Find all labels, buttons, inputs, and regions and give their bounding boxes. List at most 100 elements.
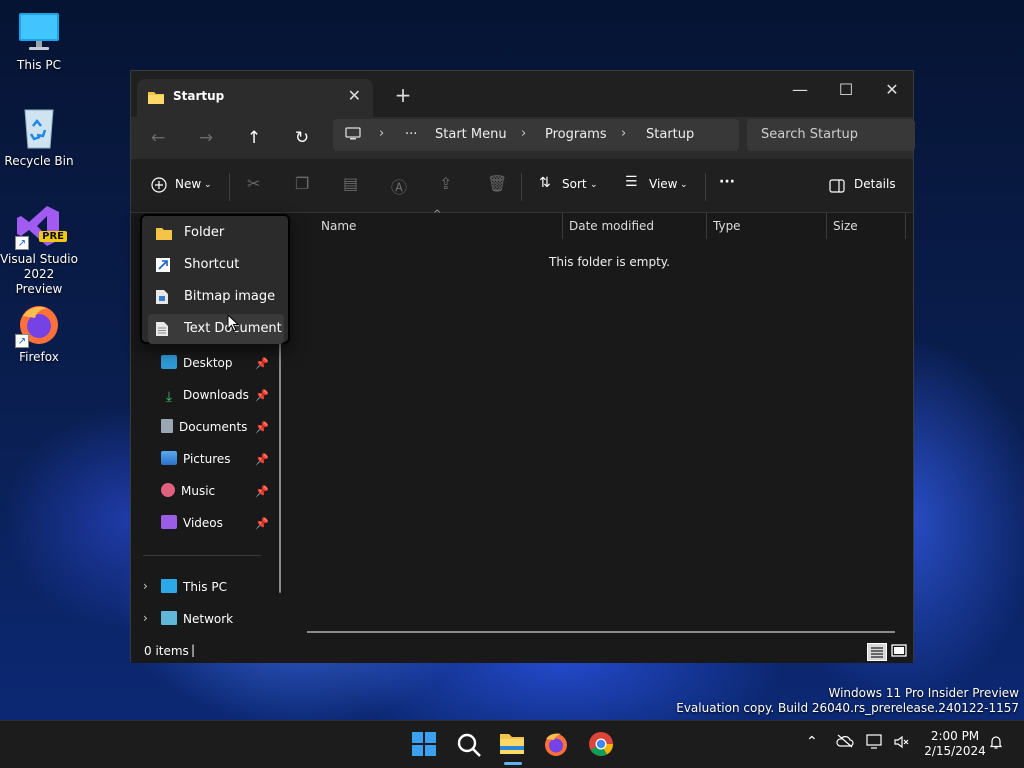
monitor-icon [17, 10, 61, 54]
tab-title: Startup [173, 89, 225, 103]
documents-icon [161, 419, 173, 433]
pre-badge: PRE [39, 231, 67, 242]
pin-icon[interactable]: 📌 [255, 485, 269, 498]
system-clock[interactable]: 2:00 PM 2/15/2024 [920, 729, 990, 759]
column-header-date-modified[interactable]: Date modified [569, 219, 654, 233]
forward-button[interactable]: → [191, 125, 221, 151]
details-view-toggle[interactable] [867, 643, 887, 661]
cut-icon[interactable]: ✂ [247, 174, 260, 193]
breadcrumb-startup[interactable]: Startup [646, 127, 694, 142]
breadcrumb-more[interactable]: ··· [405, 127, 417, 142]
maximize-button[interactable]: ☐ [823, 75, 869, 105]
search-icon[interactable] [456, 732, 484, 760]
new-item-menu: Folder Shortcut Bitmap image Text Docume… [140, 214, 290, 344]
view-icon: ☰ [625, 174, 638, 190]
new-tab-button[interactable]: + [393, 83, 413, 107]
download-icon: ⤓ [165, 389, 173, 405]
show-hidden-icons-chevron[interactable]: ⌃ [806, 734, 818, 750]
minimize-button[interactable]: — [777, 75, 823, 105]
column-header-name[interactable]: Name [321, 219, 356, 233]
navpane-divider [143, 555, 261, 556]
desktop-icon-firefox[interactable]: ↗ Firefox [0, 302, 78, 365]
evaluation-watermark: Windows 11 Pro Insider Preview Evaluatio… [676, 686, 1019, 715]
status-bar: 0 items | [131, 641, 913, 663]
copy-icon[interactable]: ❐ [295, 174, 309, 193]
breadcrumb-programs[interactable]: Programs [545, 127, 607, 142]
sort-ascending-icon: ^ [433, 209, 442, 220]
back-button[interactable]: ← [143, 125, 173, 151]
file-list[interactable]: ^ Name Date modified Type Size This fold… [291, 209, 913, 641]
address-bar[interactable]: › ··· Start Menu › Programs › Startup [333, 119, 739, 151]
expand-chevron-icon[interactable]: › [143, 579, 148, 593]
menu-item-folder[interactable]: Folder [148, 218, 284, 248]
pin-icon[interactable]: 📌 [255, 357, 269, 370]
visual-studio-icon: PRE ↗ [15, 204, 67, 250]
nav-item-music[interactable]: Music [161, 480, 215, 502]
desktop-icon-label: Firefox [19, 350, 59, 364]
column-divider[interactable] [562, 213, 563, 239]
command-bar: New ⌄ ✂ ❐ ▤ Ⓐ ⇪ 🗑 ⇅ Sort ⌄ ☰ View ⌄ ··· … [131, 159, 913, 213]
network-status-icon[interactable] [866, 734, 884, 754]
pictures-icon [161, 451, 177, 465]
file-explorer-taskbar-icon[interactable] [498, 730, 526, 758]
share-icon[interactable]: ⇪ [439, 174, 452, 193]
column-divider[interactable] [826, 213, 827, 239]
desktop-icon-label: Visual Studio 2022 Preview [0, 252, 78, 296]
rename-icon[interactable]: Ⓐ [391, 174, 407, 198]
tab-close-icon[interactable]: ✕ [348, 86, 361, 105]
chrome-taskbar-icon[interactable] [588, 731, 616, 759]
expand-chevron-icon[interactable]: › [143, 611, 148, 625]
videos-icon [161, 515, 177, 529]
file-explorer-window: Startup ✕ + — ☐ ✕ ← → ↑ ↻ › ··· Start Me… [130, 70, 915, 663]
nav-item-desktop[interactable]: Desktop [161, 352, 233, 374]
desktop-icon-recycle-bin[interactable]: Recycle Bin [0, 106, 78, 169]
sort-icon: ⇅ [539, 175, 551, 191]
close-button[interactable]: ✕ [869, 75, 915, 105]
nav-item-this-pc[interactable]: This PC [161, 576, 227, 598]
delete-icon[interactable]: 🗑 [487, 174, 507, 193]
nav-item-pictures[interactable]: Pictures [161, 448, 231, 470]
new-button[interactable]: New [175, 177, 201, 191]
pin-icon[interactable]: 📌 [255, 517, 269, 530]
text-file-icon [156, 322, 170, 336]
tab-startup[interactable]: Startup ✕ [137, 79, 373, 117]
search-input[interactable]: Search Startup [747, 119, 915, 151]
shortcut-icon [156, 258, 170, 272]
details-button[interactable]: Details [854, 177, 896, 191]
nav-item-documents[interactable]: Documents [161, 416, 247, 438]
column-header-type[interactable]: Type [713, 219, 741, 233]
column-divider[interactable] [905, 213, 906, 239]
pin-icon[interactable]: 📌 [255, 453, 269, 466]
item-count: 0 items [144, 644, 189, 658]
more-options-button[interactable]: ··· [719, 174, 735, 190]
column-header-size[interactable]: Size [833, 219, 858, 233]
nav-item-downloads[interactable]: ⤓ Downloads [161, 384, 249, 406]
paste-icon[interactable]: ▤ [343, 174, 358, 193]
menu-item-bitmap-image[interactable]: Bitmap image [148, 282, 284, 312]
menu-item-text-document[interactable]: Text Document [148, 314, 284, 344]
horizontal-scrollbar[interactable] [307, 631, 895, 633]
view-button[interactable]: View [649, 177, 677, 191]
breadcrumb-start-menu[interactable]: Start Menu [435, 127, 507, 142]
up-button[interactable]: ↑ [239, 125, 269, 151]
notification-bell-icon[interactable] [988, 734, 1004, 754]
recycle-bin-icon [17, 106, 61, 150]
pin-icon[interactable]: 📌 [255, 389, 269, 402]
firefox-icon: ↗ [15, 302, 61, 348]
volume-muted-icon[interactable] [893, 734, 909, 754]
desktop-icon-visual-studio[interactable]: PRE ↗ Visual Studio 2022 Preview [0, 204, 78, 297]
sort-button[interactable]: Sort [562, 177, 587, 191]
nav-item-videos[interactable]: Videos [161, 512, 223, 534]
desktop-icon-this-pc[interactable]: This PC [0, 10, 78, 73]
firefox-taskbar-icon[interactable] [543, 731, 571, 759]
pin-icon[interactable]: 📌 [255, 421, 269, 434]
empty-folder-message: This folder is empty. [549, 255, 670, 269]
tiles-view-toggle[interactable] [891, 643, 907, 659]
column-divider[interactable] [706, 213, 707, 239]
menu-item-shortcut[interactable]: Shortcut [148, 250, 284, 280]
nav-item-network[interactable]: Network [161, 608, 233, 630]
onedrive-offline-icon[interactable] [836, 734, 854, 752]
start-button[interactable] [411, 731, 439, 759]
folder-icon [147, 89, 165, 108]
refresh-button[interactable]: ↻ [287, 125, 317, 151]
